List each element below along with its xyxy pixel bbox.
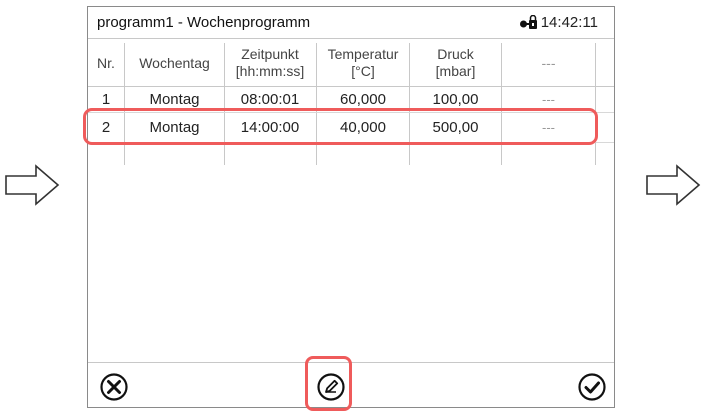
edit-button-highlight bbox=[305, 356, 352, 411]
header-temperatur: Temperatur [°C] bbox=[327, 46, 399, 79]
table-header: Nr. Wochentag Zeitpunkt [hh:mm:ss] Tempe… bbox=[88, 39, 614, 87]
left-arrow-icon bbox=[5, 164, 60, 206]
confirm-check-icon bbox=[578, 373, 606, 401]
cancel-circle-icon bbox=[100, 373, 128, 401]
header-wochentag: Wochentag bbox=[139, 54, 210, 71]
cancel-button[interactable] bbox=[96, 369, 132, 405]
header-nr: Nr. bbox=[97, 54, 115, 71]
clock-time: 14:42:11 bbox=[540, 14, 598, 31]
header-extra: --- bbox=[541, 54, 556, 71]
title-bar: programm1 - Wochenprogramm 14:42:11 bbox=[88, 7, 614, 39]
confirm-button[interactable] bbox=[574, 369, 610, 405]
selected-row-highlight bbox=[83, 108, 598, 145]
clock: 14:42:11 bbox=[519, 14, 598, 31]
window-title: programm1 - Wochenprogramm bbox=[97, 14, 311, 31]
controller-screen: programm1 - Wochenprogramm 14:42:11 Nr. … bbox=[87, 6, 615, 408]
header-druck: Druck [mbar] bbox=[435, 46, 476, 79]
right-arrow-icon bbox=[646, 164, 701, 206]
key-lock-icon bbox=[519, 14, 537, 29]
header-zeitpunkt: Zeitpunkt [hh:mm:ss] bbox=[235, 46, 305, 79]
